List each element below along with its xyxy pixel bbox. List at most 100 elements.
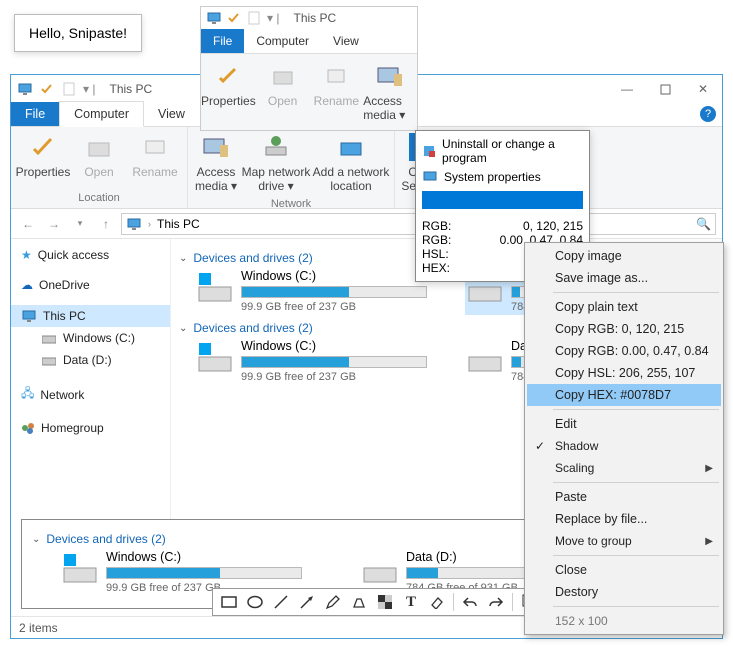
mini-tab-file[interactable]: File: [201, 29, 244, 53]
ctx-copy-hex[interactable]: Copy HEX: #0078D7: [527, 384, 721, 406]
sidebar-quick-access[interactable]: ★Quick access: [11, 245, 170, 265]
sidebar-data-d[interactable]: Data (D:): [11, 349, 170, 371]
chevron-down-icon: ⌄: [179, 323, 187, 334]
ctx-copy-plain-text[interactable]: Copy plain text: [527, 296, 721, 318]
tab-file[interactable]: File: [11, 102, 59, 126]
drive-icon: [41, 352, 57, 368]
ctx-paste[interactable]: Paste: [527, 486, 721, 508]
drive-icon: [467, 339, 503, 375]
chevron-down-icon: ⌄: [32, 534, 40, 545]
sidebar-onedrive[interactable]: ☁OneDrive: [11, 275, 170, 295]
recent-button[interactable]: ▾: [69, 213, 91, 235]
rename-button[interactable]: Rename: [127, 129, 183, 191]
ctx-replace-by-file[interactable]: Replace by file...: [527, 508, 721, 530]
drive-icon: [197, 339, 233, 375]
forward-button[interactable]: →: [43, 213, 65, 235]
rect-tool-icon[interactable]: [217, 591, 241, 613]
mini-title: This PC: [293, 11, 336, 25]
sidebar-this-pc[interactable]: This PC: [11, 305, 170, 327]
open-button[interactable]: Open: [71, 129, 127, 191]
homegroup-icon: [21, 421, 35, 435]
ctx-copy-image[interactable]: Copy image: [527, 245, 721, 267]
cloud-icon: ☁: [21, 278, 33, 292]
eraser-tool-icon[interactable]: [425, 591, 449, 613]
star-icon: ★: [21, 248, 32, 262]
monitor-icon: [126, 216, 142, 232]
window-title: This PC: [109, 82, 152, 96]
submenu-arrow-icon: ▶: [705, 463, 713, 474]
marker-tool-icon[interactable]: [347, 591, 371, 613]
add-location-button[interactable]: Add a network location: [312, 129, 390, 197]
check-icon: [227, 11, 241, 25]
snipaste-tooltip: Hello, Snipaste!: [14, 14, 142, 52]
mosaic-tool-icon[interactable]: [373, 591, 397, 613]
ctx-edit[interactable]: Edit: [527, 413, 721, 435]
chevron-down-icon: ⌄: [179, 253, 187, 264]
maximize-button[interactable]: [646, 75, 684, 103]
mini-open-button[interactable]: Open: [256, 58, 310, 126]
ctx-move-to-group[interactable]: Move to group▶: [527, 530, 721, 552]
submenu-arrow-icon: ▶: [705, 536, 713, 547]
mini-media-button[interactable]: Access media ▾: [363, 58, 417, 126]
nav-sidebar: ★Quick access ☁OneDrive This PC Windows …: [11, 239, 171, 519]
close-button[interactable]: ✕: [684, 75, 722, 103]
monitor-icon: [207, 11, 221, 25]
mini-tab-view[interactable]: View: [321, 29, 371, 53]
up-button[interactable]: ↑: [95, 213, 117, 235]
ribbon-group-label: Network: [271, 197, 311, 212]
mini-rename-button[interactable]: Rename: [309, 58, 363, 126]
ctx-copy-rgb-int[interactable]: Copy RGB: 0, 120, 215: [527, 318, 721, 340]
mini-properties-button[interactable]: Properties: [201, 58, 256, 126]
ctx-shadow[interactable]: ✓Shadow: [527, 435, 721, 457]
picker-uninstall[interactable]: Uninstall or change a program: [422, 135, 583, 167]
monitor-icon: [21, 308, 37, 324]
ctx-destroy[interactable]: Destory: [527, 581, 721, 603]
text-tool-icon[interactable]: T: [399, 591, 423, 613]
arrow-tool-icon[interactable]: [295, 591, 319, 613]
ctx-copy-rgb-float[interactable]: Copy RGB: 0.00, 0.47, 0.84: [527, 340, 721, 362]
pencil-tool-icon[interactable]: [321, 591, 345, 613]
properties-button[interactable]: Properties: [15, 129, 71, 191]
undo-icon[interactable]: [458, 591, 482, 613]
uninstall-icon: [422, 143, 436, 159]
mini-qat: ▾ | This PC: [201, 7, 417, 29]
ribbon-group-location: Properties Open Rename Location: [11, 127, 188, 208]
drive-icon: [197, 269, 233, 305]
line-tool-icon[interactable]: [269, 591, 293, 613]
ellipse-tool-icon[interactable]: [243, 591, 267, 613]
tab-computer[interactable]: Computer: [59, 101, 144, 127]
sidebar-windows-c[interactable]: Windows (C:): [11, 327, 170, 349]
ctx-save-image-as[interactable]: Save image as...: [527, 267, 721, 289]
address-bar: ← → ▾ ↑ › This PC 🔍: [11, 209, 722, 239]
redo-icon[interactable]: [484, 591, 508, 613]
address-text: This PC: [157, 217, 200, 231]
mini-ribbon-body: Properties Open Rename Access media ▾: [201, 53, 417, 130]
map-drive-button[interactable]: Map network drive ▾: [240, 129, 312, 197]
ctx-dimensions: 152 x 100: [527, 610, 721, 632]
minimize-button[interactable]: —: [608, 75, 646, 103]
ctx-scaling[interactable]: Scaling▶: [527, 457, 721, 479]
quick-access-toolbar: ▾ |: [11, 81, 101, 97]
ribbon-group-label: Location: [78, 191, 120, 206]
help-icon[interactable]: ?: [700, 106, 716, 122]
network-icon: 🖧: [21, 384, 34, 405]
sidebar-homegroup[interactable]: Homegroup: [11, 418, 170, 438]
ctx-copy-hsl[interactable]: Copy HSL: 206, 255, 107: [527, 362, 721, 384]
access-media-button[interactable]: Access media ▾: [192, 129, 240, 197]
mini-ribbon-window: ▾ | This PC File Computer View Propertie…: [200, 6, 418, 131]
tab-view[interactable]: View: [144, 102, 199, 126]
search-icon: 🔍: [696, 217, 711, 231]
status-text: 2 items: [19, 621, 58, 635]
context-menu: Copy image Save image as... Copy plain t…: [524, 242, 724, 635]
drive-icon: [362, 550, 398, 586]
drive-windows-c[interactable]: Windows (C:)99.9 GB free of 237 GB: [197, 269, 427, 313]
back-button[interactable]: ←: [17, 213, 39, 235]
drive-windows-c[interactable]: Windows (C:)99.9 GB free of 237 GB: [197, 339, 427, 383]
doc-icon: [61, 81, 77, 97]
sidebar-network[interactable]: 🖧Network: [11, 381, 170, 408]
ctx-close[interactable]: Close: [527, 559, 721, 581]
check-icon: ✓: [535, 439, 545, 453]
picker-sysprops[interactable]: System properties: [422, 167, 583, 187]
doc-icon: [247, 11, 261, 25]
mini-tab-computer[interactable]: Computer: [244, 29, 321, 53]
